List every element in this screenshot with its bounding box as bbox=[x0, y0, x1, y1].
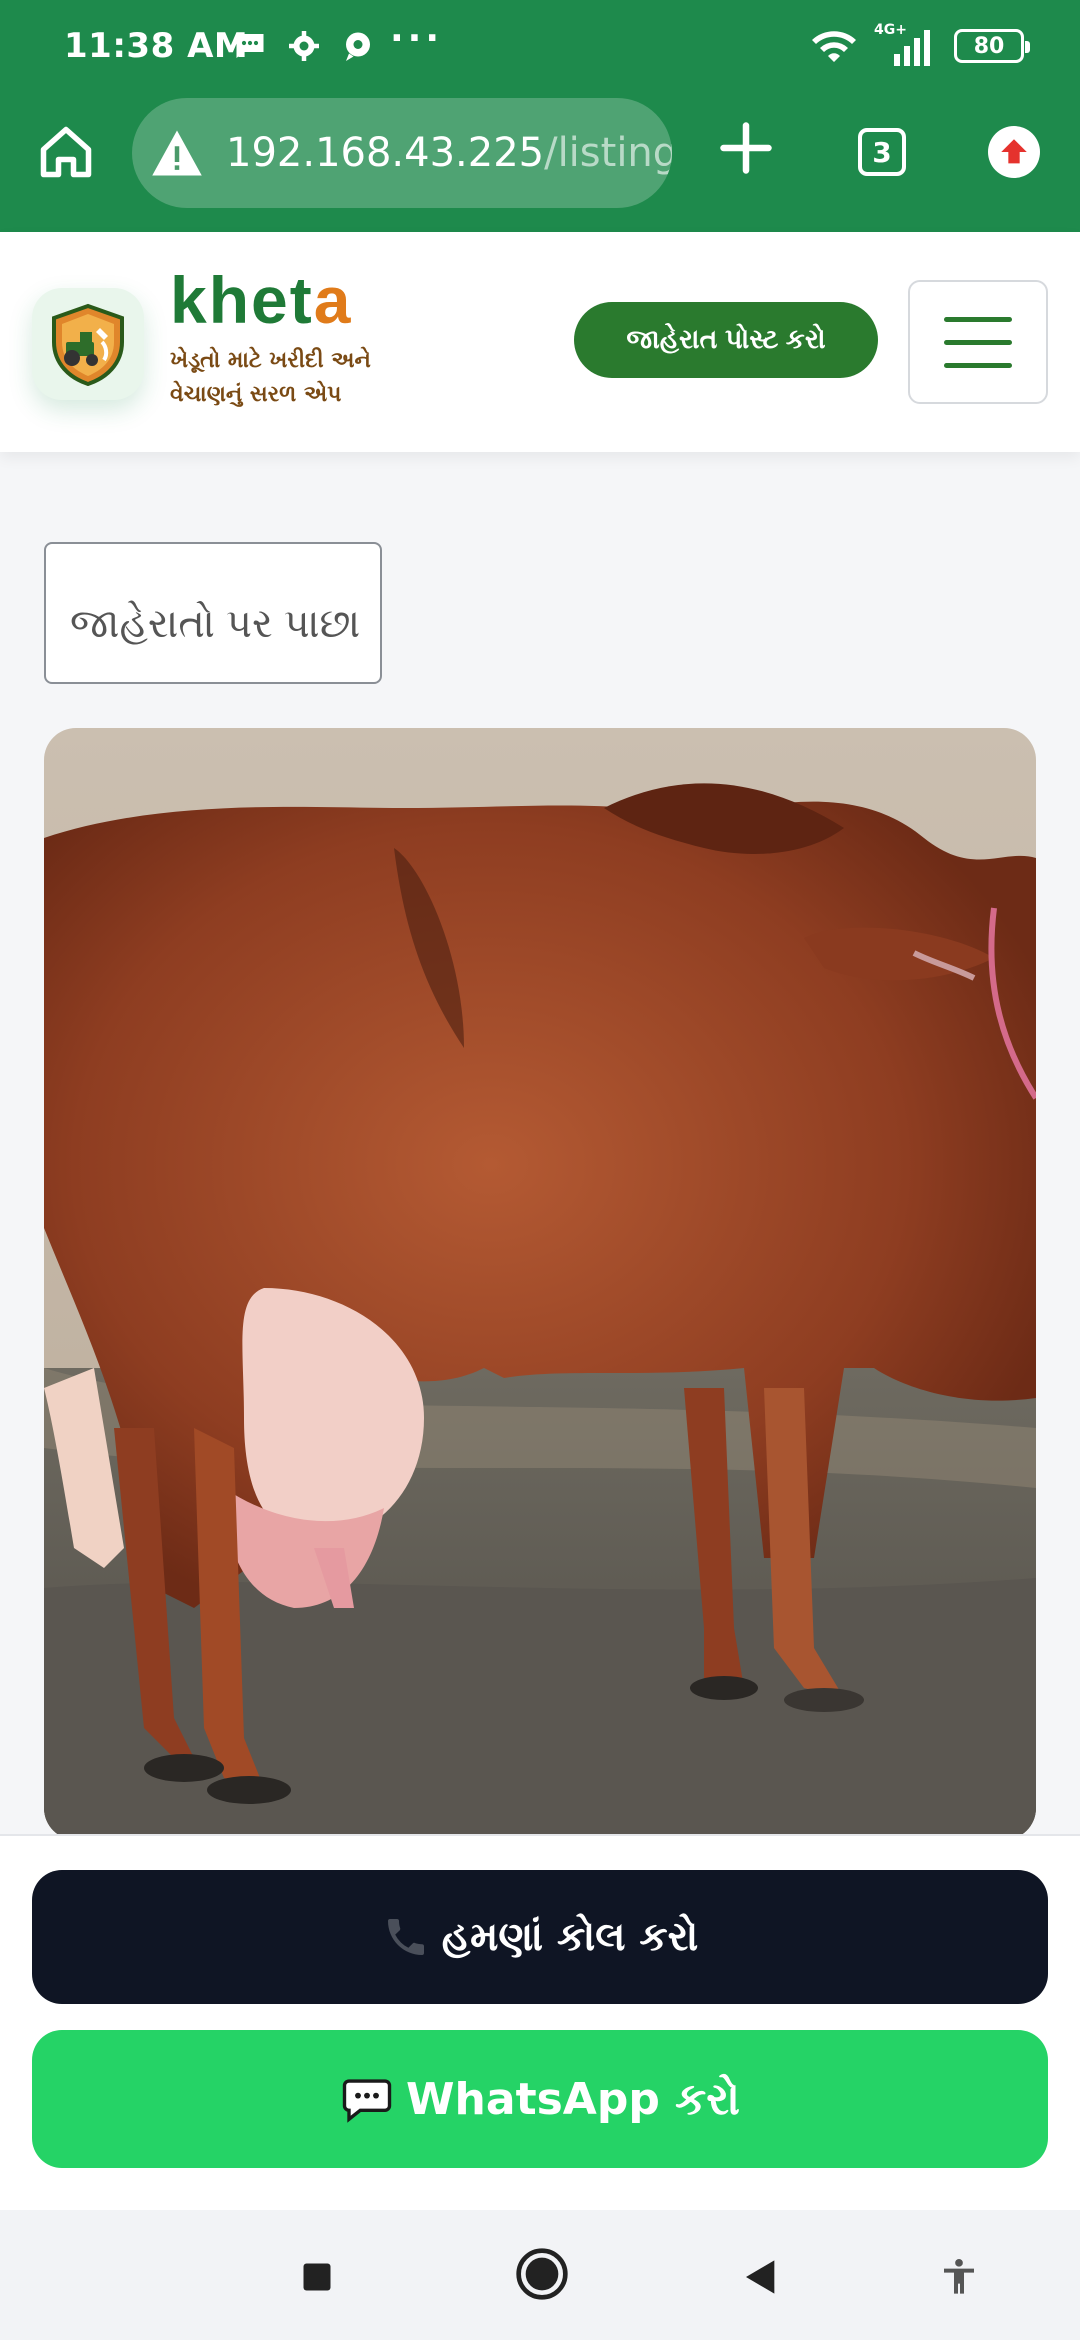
site-header: kheta ખેડૂતો માટે ખરીદી અને વેચાણનું સરળ… bbox=[0, 232, 1080, 452]
back-to-listings-button[interactable]: જાહેરાતો પર પાછા bbox=[44, 542, 382, 684]
settings-icon bbox=[289, 31, 319, 61]
menu-icon-bar bbox=[944, 316, 1012, 322]
message-icon bbox=[236, 34, 264, 58]
contact-action-bar: હમણાં કોલ કરો WhatsApp કરો bbox=[0, 1834, 1080, 2210]
shield-logo-icon bbox=[52, 303, 124, 386]
status-time: 11:38 AM bbox=[64, 26, 249, 66]
chat-bubble-icon bbox=[346, 32, 370, 61]
system-nav-bar bbox=[0, 2210, 1080, 2340]
wifi-icon bbox=[812, 31, 856, 62]
network-type: 4G+ bbox=[874, 22, 907, 38]
battery-level: 80 bbox=[973, 33, 1005, 59]
stop-icon[interactable] bbox=[290, 2250, 344, 2304]
brand-name-accent: a bbox=[313, 263, 353, 337]
chat-icon bbox=[342, 2079, 392, 2123]
logo[interactable] bbox=[32, 288, 144, 400]
whatsapp-label: WhatsApp કરો bbox=[406, 2073, 740, 2125]
phone-icon bbox=[387, 1919, 424, 1955]
warning-icon[interactable] bbox=[150, 128, 204, 178]
brand-name[interactable]: kheta bbox=[170, 262, 352, 338]
status-bar: 11:38 AM ··· 4G+ 80 bbox=[0, 0, 1080, 92]
battery-icon: 80 bbox=[954, 29, 1030, 63]
home-icon[interactable] bbox=[36, 122, 96, 182]
listing-photo[interactable] bbox=[44, 728, 1036, 1840]
notification-icons bbox=[232, 28, 376, 64]
call-now-button[interactable]: હમણાં કોલ કરો bbox=[32, 1870, 1048, 2004]
tab-switcher-button[interactable]: 3 bbox=[858, 128, 906, 176]
call-now-label: હમણાં કોલ કરો bbox=[441, 1914, 699, 1960]
whatsapp-button[interactable]: WhatsApp કરો bbox=[32, 2030, 1048, 2168]
home-circle-icon[interactable] bbox=[512, 2244, 572, 2304]
post-ad-button[interactable]: જાહેરાત પોસ્ટ કરો bbox=[574, 302, 878, 378]
url-text[interactable]: 192.168.43.225/listing bbox=[226, 130, 672, 176]
plus-icon[interactable] bbox=[716, 118, 776, 178]
cow-photo bbox=[44, 728, 1036, 1840]
browser-toolbar: 192.168.43.225/listing 3 bbox=[0, 92, 1080, 232]
brand-name-main: khet bbox=[170, 263, 314, 337]
menu-icon-bar bbox=[944, 362, 1012, 368]
signal-icon: 4G+ bbox=[874, 22, 938, 66]
upgrade-icon[interactable] bbox=[988, 126, 1040, 178]
menu-button[interactable] bbox=[908, 280, 1048, 404]
address-bar[interactable]: 192.168.43.225/listing bbox=[132, 98, 672, 208]
menu-icon-bar bbox=[944, 339, 1012, 345]
system-icons: 4G+ 80 bbox=[810, 22, 1030, 66]
brand-tagline: ખેડૂતો માટે ખરીદી અને વેચાણનું સરળ એપ bbox=[170, 348, 371, 407]
accessibility-icon[interactable] bbox=[932, 2250, 986, 2304]
back-triangle-icon[interactable] bbox=[734, 2250, 788, 2304]
tab-count: 3 bbox=[872, 135, 892, 169]
url-host: 192.168.43.225 bbox=[226, 130, 545, 176]
url-path: /listing bbox=[544, 130, 672, 176]
more-notifications: ··· bbox=[390, 18, 444, 59]
